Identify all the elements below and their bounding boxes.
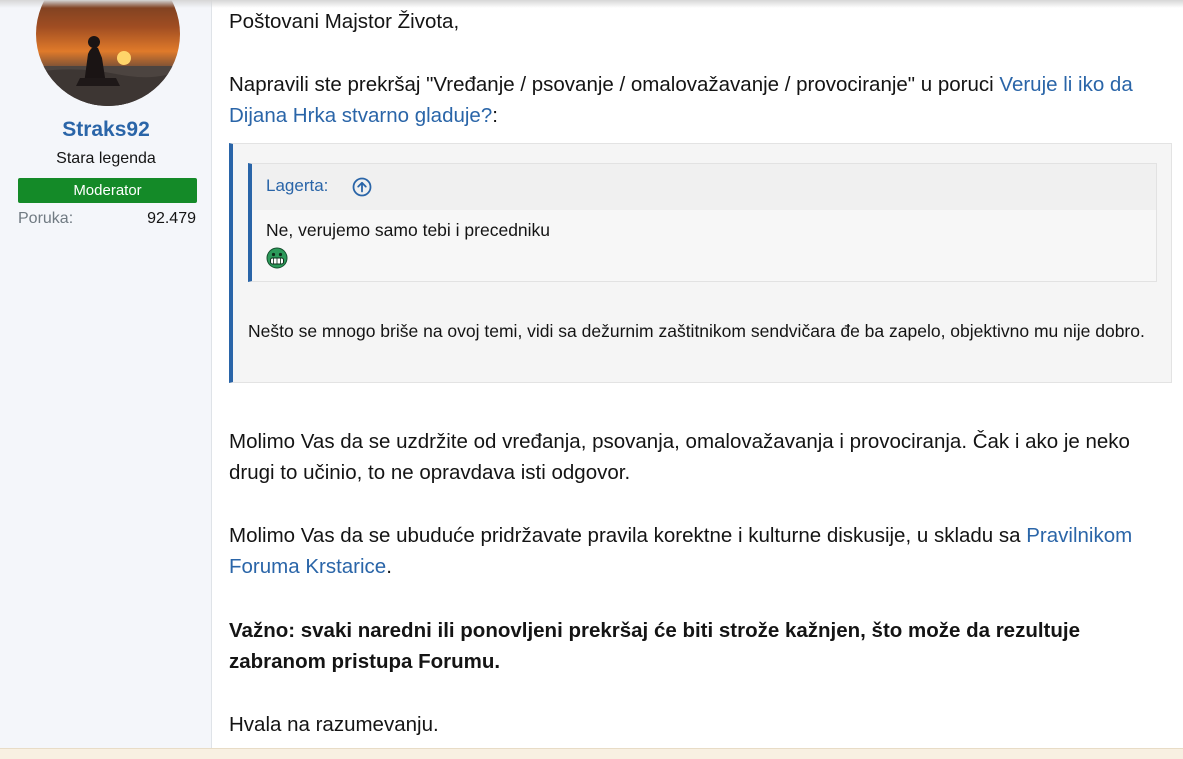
request-paragraph: Molimo Vas da se uzdržite od vređanja, p… bbox=[229, 430, 1130, 484]
user-sidebar: Straks92 Stara legenda Moderator Poruka:… bbox=[0, 0, 212, 748]
violation-paragraph: Napravili ste prekršaj "Vređanje / psova… bbox=[229, 69, 1174, 131]
moderator-badge: Moderator bbox=[18, 178, 197, 203]
violation-suffix: : bbox=[492, 104, 498, 127]
greeting: Poštovani Majstor Života, bbox=[229, 10, 460, 33]
grinning-smiley-icon bbox=[266, 247, 288, 269]
nested-quote-text: Ne, verujemo samo tebi i precedniku bbox=[266, 220, 551, 240]
nested-quote: Lagerta: Ne, verujemo samo tebi i preced… bbox=[248, 163, 1157, 282]
top-shadow bbox=[0, 0, 1183, 8]
thanks-paragraph: Hvala na razumevanju. bbox=[229, 713, 439, 736]
warning-paragraph: Važno: svaki naredni ili ponovljeni prek… bbox=[229, 619, 1080, 673]
messages-count-label: Poruka: bbox=[18, 210, 74, 227]
quote-author-link[interactable]: Lagerta: bbox=[266, 176, 328, 196]
violation-text: Napravili ste prekršaj "Vređanje / psova… bbox=[229, 73, 1000, 96]
username[interactable]: Straks92 bbox=[0, 118, 212, 142]
arrow-up-circle-icon[interactable] bbox=[351, 176, 373, 198]
avatar[interactable] bbox=[36, 0, 180, 106]
quote-block: Lagerta: Ne, verujemo samo tebi i preced… bbox=[229, 143, 1172, 383]
nested-quote-header: Lagerta: bbox=[252, 164, 1156, 210]
quote-text: Nešto se mnogo briše na ovoj temi, vidi … bbox=[248, 321, 1145, 341]
bottom-bar bbox=[0, 748, 1183, 759]
user-title: Stara legenda bbox=[56, 150, 156, 167]
rules-text: Molimo Vas da se ubuduće pridržavate pra… bbox=[229, 524, 1027, 547]
rules-paragraph: Molimo Vas da se ubuduće pridržavate pra… bbox=[229, 520, 1174, 582]
rules-suffix: . bbox=[386, 555, 392, 578]
messages-count-value: 92.479 bbox=[147, 210, 196, 227]
